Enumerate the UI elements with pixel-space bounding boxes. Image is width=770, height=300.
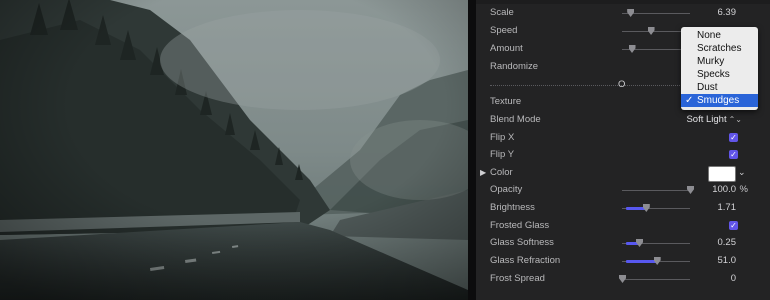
param-label: Brightness [490, 202, 535, 213]
param-flip-x: Flip X ✓ [476, 130, 770, 148]
param-label: Frosted Glass [490, 220, 550, 231]
menu-item-label: Scratches [697, 43, 742, 54]
menu-item-label: Specks [697, 69, 730, 80]
param-frosted-glass: Frosted Glass ✓ [476, 218, 770, 236]
param-value[interactable]: 1.71 [718, 202, 737, 213]
param-label: Opacity [490, 184, 523, 195]
check-icon: ✓ [685, 95, 694, 106]
param-label: Color [490, 167, 513, 178]
param-label: Blend Mode [490, 114, 541, 125]
param-blend-mode: Blend Mode Soft Light ⌃⌄ [476, 112, 770, 130]
param-scale: Scale 6.39 [476, 5, 770, 23]
texture-menu: None Scratches Murky Specks Dust ✓ Smudg… [681, 27, 758, 110]
panel-divider[interactable] [468, 0, 476, 300]
param-value[interactable]: 6.39 [718, 7, 737, 18]
check-icon: ✓ [730, 150, 737, 159]
param-label: Scale [490, 7, 514, 18]
menu-item-none[interactable]: None [681, 29, 758, 42]
header-edge [476, 0, 770, 4]
partial-text: O [618, 79, 626, 90]
menu-item-label: Murky [697, 56, 725, 67]
glass-refraction-slider-knob[interactable] [653, 257, 661, 265]
menu-item-smudges[interactable]: ✓ Smudges [681, 94, 758, 107]
param-label: Amount [490, 43, 523, 54]
glass-refraction-slider-fill [626, 260, 657, 263]
param-label: Randomize [490, 61, 539, 72]
glass-softness-slider-knob[interactable] [636, 239, 643, 247]
opacity-slider-knob[interactable] [687, 186, 694, 194]
param-label: Flip Y [490, 149, 515, 160]
brightness-slider-knob[interactable] [642, 204, 650, 212]
color-swatch[interactable] [708, 166, 736, 182]
param-color: ▶ Color ⌄ [476, 165, 770, 183]
param-glass-softness: Glass Softness 0.25 [476, 235, 770, 253]
param-label: Glass Refraction [490, 255, 561, 266]
menu-item-murky[interactable]: Murky [681, 55, 758, 68]
menu-item-label: Dust [697, 82, 718, 93]
flip-y-checkbox[interactable]: ✓ [729, 150, 738, 159]
select-arrows-icon: ⌃⌄ [728, 115, 742, 124]
frosted-glass-checkbox[interactable]: ✓ [729, 221, 738, 230]
param-label: Speed [490, 25, 518, 36]
param-flip-y: Flip Y ✓ [476, 147, 770, 165]
param-label: Texture [490, 96, 522, 107]
param-value[interactable]: 0.25 [718, 237, 737, 248]
opacity-slider[interactable] [622, 190, 690, 191]
menu-item-label: Smudges [697, 95, 740, 106]
select-value: Soft Light [686, 114, 727, 125]
chevron-down-icon[interactable]: ⌄ [738, 167, 746, 178]
param-frost-spread: Frost Spread 0 [476, 271, 770, 289]
flip-x-checkbox[interactable]: ✓ [729, 133, 738, 142]
frost-spread-slider[interactable] [622, 279, 690, 280]
param-label: Frost Spread [490, 273, 545, 284]
param-value[interactable]: 51.0 [718, 255, 737, 266]
disclosure-triangle-icon[interactable]: ▶ [480, 168, 486, 177]
param-unit: % [739, 184, 748, 195]
param-value[interactable]: 100.0 [712, 184, 736, 195]
frost-spread-slider-knob[interactable] [619, 275, 626, 283]
param-opacity: Opacity 100.0 % [476, 182, 770, 200]
param-label: Flip X [490, 132, 515, 143]
param-brightness: Brightness 1.71 [476, 200, 770, 218]
scale-slider-knob[interactable] [627, 9, 635, 17]
menu-item-label: None [697, 30, 721, 41]
menu-item-specks[interactable]: Specks [681, 68, 758, 81]
video-viewer [0, 0, 468, 300]
param-glass-refraction: Glass Refraction 51.0 [476, 253, 770, 271]
check-icon: ✓ [730, 133, 737, 142]
param-value[interactable]: 0 [731, 273, 736, 284]
check-icon: ✓ [730, 221, 737, 230]
brightness-slider-fill [626, 207, 646, 210]
speed-slider[interactable] [622, 31, 690, 32]
amount-slider-knob[interactable] [628, 45, 636, 53]
mountain-road-image [0, 0, 468, 300]
speed-slider-knob[interactable] [647, 27, 655, 35]
param-label: Glass Softness [490, 237, 554, 248]
separator [490, 85, 700, 86]
menu-item-scratches[interactable]: Scratches [681, 42, 758, 55]
blend-mode-select[interactable]: Soft Light ⌃⌄ [686, 114, 742, 125]
menu-item-dust[interactable]: Dust [681, 81, 758, 94]
